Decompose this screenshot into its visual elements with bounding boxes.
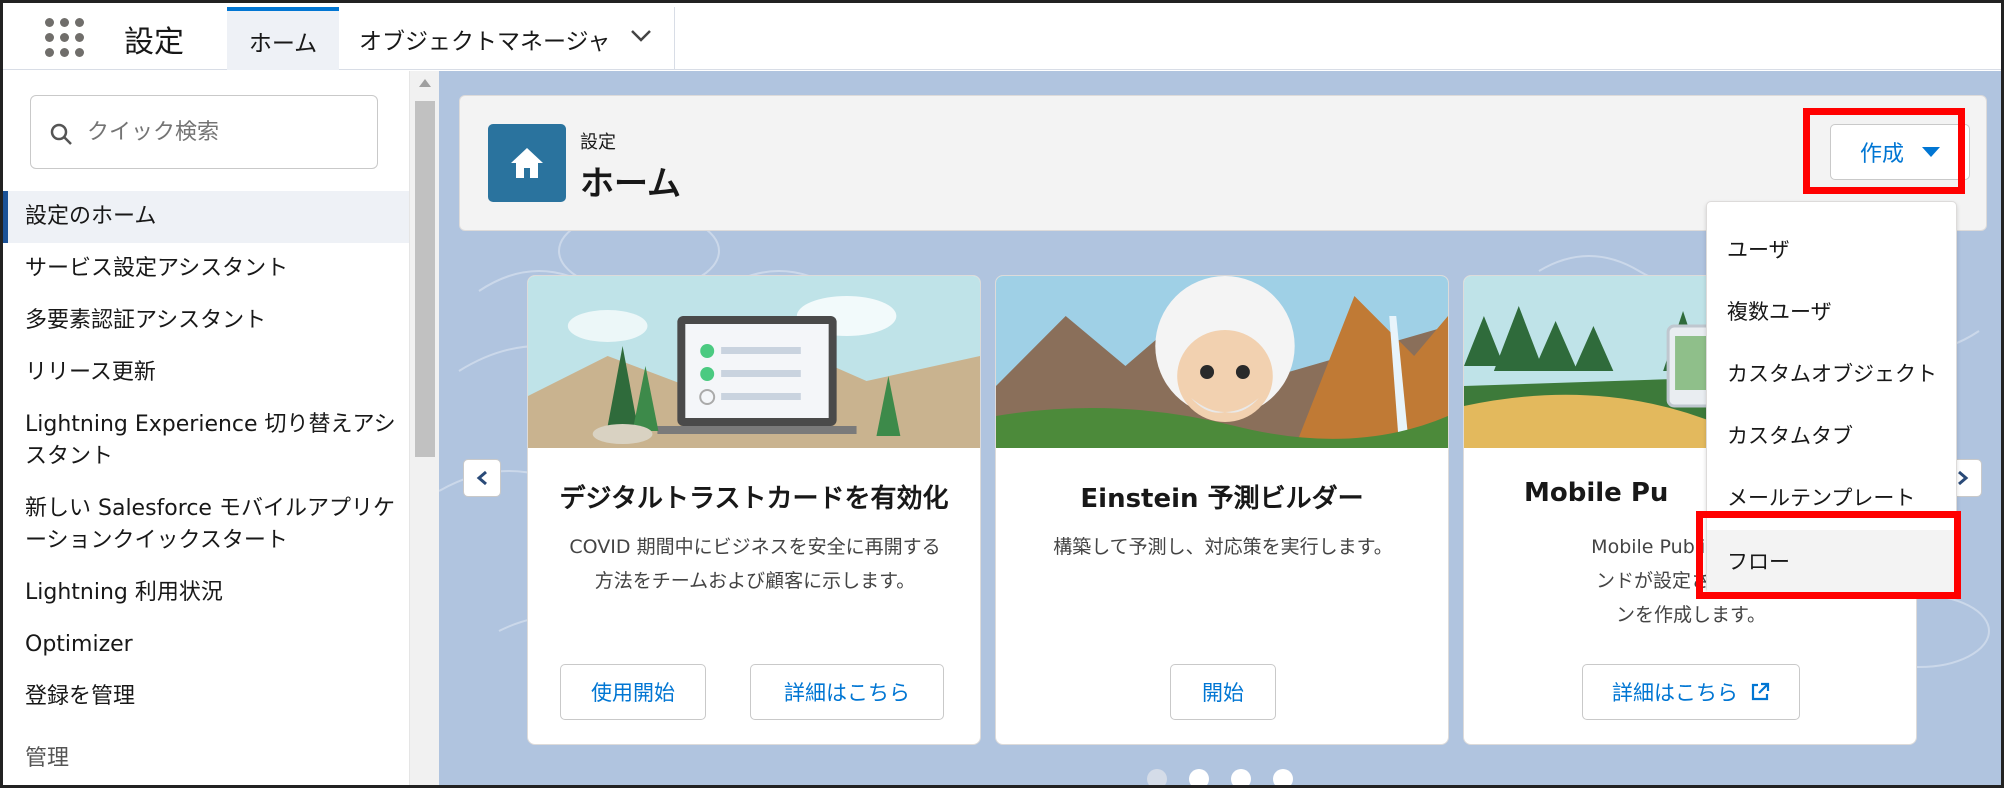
sidebar-item-mobile-quickstart[interactable]: 新しい Salesforce モバイルアプリケーションクイックスタート xyxy=(3,483,409,567)
app-launcher-icon[interactable] xyxy=(41,17,87,57)
sidebar-item-optimizer[interactable]: Optimizer xyxy=(3,619,409,671)
sidebar-item-service-setup-assistant[interactable]: サービス設定アシスタント xyxy=(3,243,409,295)
sidebar-section-administration: 管理 xyxy=(25,746,70,771)
menu-item-flow[interactable]: フロー xyxy=(1707,530,1956,592)
carousel-dot[interactable] xyxy=(1189,769,1209,785)
search-icon xyxy=(50,123,72,145)
menu-item-custom-object[interactable]: カスタムオブジェクト xyxy=(1707,342,1956,404)
card-description: 構築して予測し、対応策を実行します。 xyxy=(1053,536,1393,558)
carousel-dot[interactable] xyxy=(1273,769,1293,785)
scrollbar-thumb[interactable] xyxy=(415,101,435,457)
create-menu-button[interactable]: 作成 xyxy=(1830,124,1970,180)
start-button[interactable]: 開始 xyxy=(1170,664,1276,720)
card-description: COVID 期間中にビジネスを安全に再開する方法をチームおよび顧客に示します。 xyxy=(569,536,941,592)
learn-more-button[interactable]: 詳細はこちら xyxy=(750,664,944,720)
get-started-button[interactable]: 使用開始 xyxy=(560,664,706,720)
sidebar-item-release-updates[interactable]: リリース更新 xyxy=(3,347,409,399)
sidebar-scrollbar[interactable] xyxy=(409,71,439,785)
carousel-card-einstein-prediction: Einstein 予測ビルダー 構築して予測し、対応策を実行します。 開始 xyxy=(995,275,1449,745)
caret-down-icon xyxy=(1922,147,1940,157)
screenshot-frame: 設定 ホーム オブジェクトマネージャ 設定のホーム サービス設定アシスタント 多… xyxy=(0,0,2004,788)
create-dropdown-menu: ユーザ 複数ユーザ カスタムオブジェクト カスタムタブ メールテンプレート フロ… xyxy=(1706,201,1957,593)
sidebar-item-lightning-usage[interactable]: Lightning 利用状況 xyxy=(3,567,409,619)
carousel-indicators xyxy=(1147,769,1293,785)
learn-more-external-button[interactable]: 詳細はこちら xyxy=(1582,664,1800,720)
quick-find-box[interactable] xyxy=(30,95,378,169)
page-header-subtitle: 設定 xyxy=(580,132,616,153)
setup-sidebar: 設定のホーム サービス設定アシスタント 多要素認証アシスタント リリース更新 L… xyxy=(3,71,409,785)
tab-object-manager[interactable]: オブジェクトマネージャ xyxy=(339,7,675,70)
card-title: Einstein 予測ビルダー xyxy=(1080,484,1364,514)
external-link-icon xyxy=(1751,682,1770,701)
app-name: 設定 xyxy=(124,25,184,60)
menu-item-custom-tab[interactable]: カスタムタブ xyxy=(1707,404,1956,466)
sidebar-item-setup-home[interactable]: 設定のホーム xyxy=(3,191,409,243)
chevron-left-icon xyxy=(476,470,487,486)
page-title: ホーム xyxy=(580,164,681,204)
menu-item-user[interactable]: ユーザ xyxy=(1707,218,1956,280)
carousel-dot[interactable] xyxy=(1147,769,1167,785)
chevron-down-icon[interactable] xyxy=(630,29,652,43)
digital-trust-illustration xyxy=(528,276,980,448)
tab-object-manager-label: オブジェクトマネージャ xyxy=(359,28,611,55)
carousel-prev-button[interactable] xyxy=(463,459,501,497)
carousel-dot[interactable] xyxy=(1231,769,1251,785)
tab-home[interactable]: ホーム xyxy=(227,7,339,70)
chevron-right-icon xyxy=(1958,470,1969,486)
card-title: デジタルトラストカードを有効化 xyxy=(559,484,949,514)
global-header: 設定 ホーム オブジェクトマネージャ xyxy=(3,3,2001,70)
sidebar-item-manage-subscriptions[interactable]: 登録を管理 xyxy=(3,671,409,723)
learn-more-label: 詳細はこちら xyxy=(1612,681,1738,705)
einstein-illustration xyxy=(996,276,1448,448)
menu-item-email-template[interactable]: メールテンプレート xyxy=(1707,466,1956,528)
quick-find-input[interactable] xyxy=(87,114,357,150)
sidebar-item-lightning-transition[interactable]: Lightning Experience 切り替えアシスタント xyxy=(3,399,409,483)
sidebar-item-mfa-assistant[interactable]: 多要素認証アシスタント xyxy=(3,295,409,347)
menu-item-multiple-users[interactable]: 複数ユーザ xyxy=(1707,280,1956,342)
home-icon xyxy=(488,124,566,202)
scroll-up-icon[interactable] xyxy=(419,79,431,87)
create-button-label: 作成 xyxy=(1859,142,1904,167)
setup-nav-list: 設定のホーム サービス設定アシスタント 多要素認証アシスタント リリース更新 L… xyxy=(3,191,409,785)
carousel-card-digital-trust: デジタルトラストカードを有効化 COVID 期間中にビジネスを安全に再開する方法… xyxy=(527,275,981,745)
